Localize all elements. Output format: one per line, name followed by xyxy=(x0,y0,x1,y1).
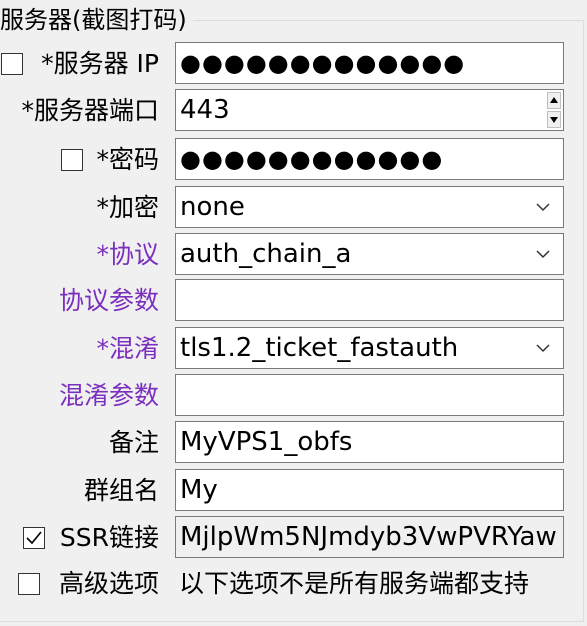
remarks-value: MyVPS1_obfs xyxy=(180,427,353,457)
obfs-value: tls1.2_ticket_fastauth xyxy=(180,333,459,363)
group-name-value: My xyxy=(180,475,218,505)
chevron-down-icon[interactable] xyxy=(531,328,555,368)
server-ip-row: *服务器 IP ●●●●●●●●●●●●● xyxy=(0,42,587,86)
protocol-param-value xyxy=(180,280,559,320)
protocol-param-row: 协议参数 xyxy=(0,279,587,323)
server-port-value: 443 xyxy=(180,95,230,125)
obfs-param-field[interactable] xyxy=(175,374,564,416)
password-row: *密码 ●●●●●●●●●●●● xyxy=(0,138,587,182)
ssr-link-field[interactable]: MjlpWm5NJmdyb3VwPVRYaw xyxy=(175,516,564,558)
obfs-label: *混淆 xyxy=(96,334,159,363)
show-password-checkbox[interactable] xyxy=(61,149,83,171)
ssr-link-label: SSR链接 xyxy=(59,523,159,552)
checkmark-icon xyxy=(26,531,42,545)
protocol-param-label: 协议参数 xyxy=(58,286,159,315)
spin-up-icon[interactable] xyxy=(547,92,561,109)
obfs-select[interactable]: tls1.2_ticket_fastauth xyxy=(175,327,564,369)
server-port-field[interactable]: 443 xyxy=(175,89,564,131)
encryption-row: *加密 none xyxy=(0,186,587,230)
spin-down-icon[interactable] xyxy=(547,111,561,128)
server-group-title: 服务器(截图打码) xyxy=(0,4,193,36)
advanced-options-label[interactable]: 高级选项 xyxy=(59,562,159,606)
server-port-row: *服务器端口 443 xyxy=(0,89,587,133)
advanced-options-note: 以下选项不是所有服务端都支持 xyxy=(179,569,530,598)
encryption-value: none xyxy=(180,192,245,222)
server-ip-field[interactable]: ●●●●●●●●●●●●● xyxy=(175,42,564,84)
protocol-value: auth_chain_a xyxy=(180,239,352,269)
advanced-row: 高级选项 以下选项不是所有服务端都支持 xyxy=(0,562,587,606)
obfs-param-label: 混淆参数 xyxy=(58,381,159,410)
protocol-select[interactable]: auth_chain_a xyxy=(175,233,564,275)
chevron-down-icon[interactable] xyxy=(531,234,555,274)
show-server-ip-checkbox[interactable] xyxy=(1,53,23,75)
ssr-link-value: MjlpWm5NJmdyb3VwPVRYaw xyxy=(180,522,557,552)
remarks-row: 备注 MyVPS1_obfs xyxy=(0,421,587,465)
advanced-options-checkbox[interactable] xyxy=(18,573,40,595)
protocol-label: *协议 xyxy=(96,240,159,269)
server-port-label: *服务器端口 xyxy=(21,96,159,125)
obfs-row: *混淆 tls1.2_ticket_fastauth xyxy=(0,327,587,371)
password-value: ●●●●●●●●●●●● xyxy=(180,145,444,173)
protocol-row: *协议 auth_chain_a xyxy=(0,233,587,277)
ssr-link-row: SSR链接 MjlpWm5NJmdyb3VwPVRYaw xyxy=(0,516,587,560)
remarks-field[interactable]: MyVPS1_obfs xyxy=(175,421,564,463)
chevron-down-icon[interactable] xyxy=(531,187,555,227)
encryption-select[interactable]: none xyxy=(175,186,564,228)
remarks-label: 备注 xyxy=(108,428,159,457)
server-ip-value: ●●●●●●●●●●●●● xyxy=(180,49,466,77)
ssr-link-checkbox[interactable] xyxy=(23,527,45,549)
password-label: *密码 xyxy=(96,145,159,174)
obfs-param-value xyxy=(180,375,559,415)
server-ip-label: *服务器 IP xyxy=(41,49,159,78)
protocol-param-field[interactable] xyxy=(175,279,564,321)
group-name-row: 群组名 My xyxy=(0,469,587,513)
group-name-label: 群组名 xyxy=(83,476,159,505)
obfs-param-row: 混淆参数 xyxy=(0,374,587,418)
group-name-field[interactable]: My xyxy=(175,469,564,511)
password-field[interactable]: ●●●●●●●●●●●● xyxy=(175,138,564,180)
server-port-spinner[interactable] xyxy=(547,92,561,128)
encryption-label: *加密 xyxy=(96,193,159,222)
